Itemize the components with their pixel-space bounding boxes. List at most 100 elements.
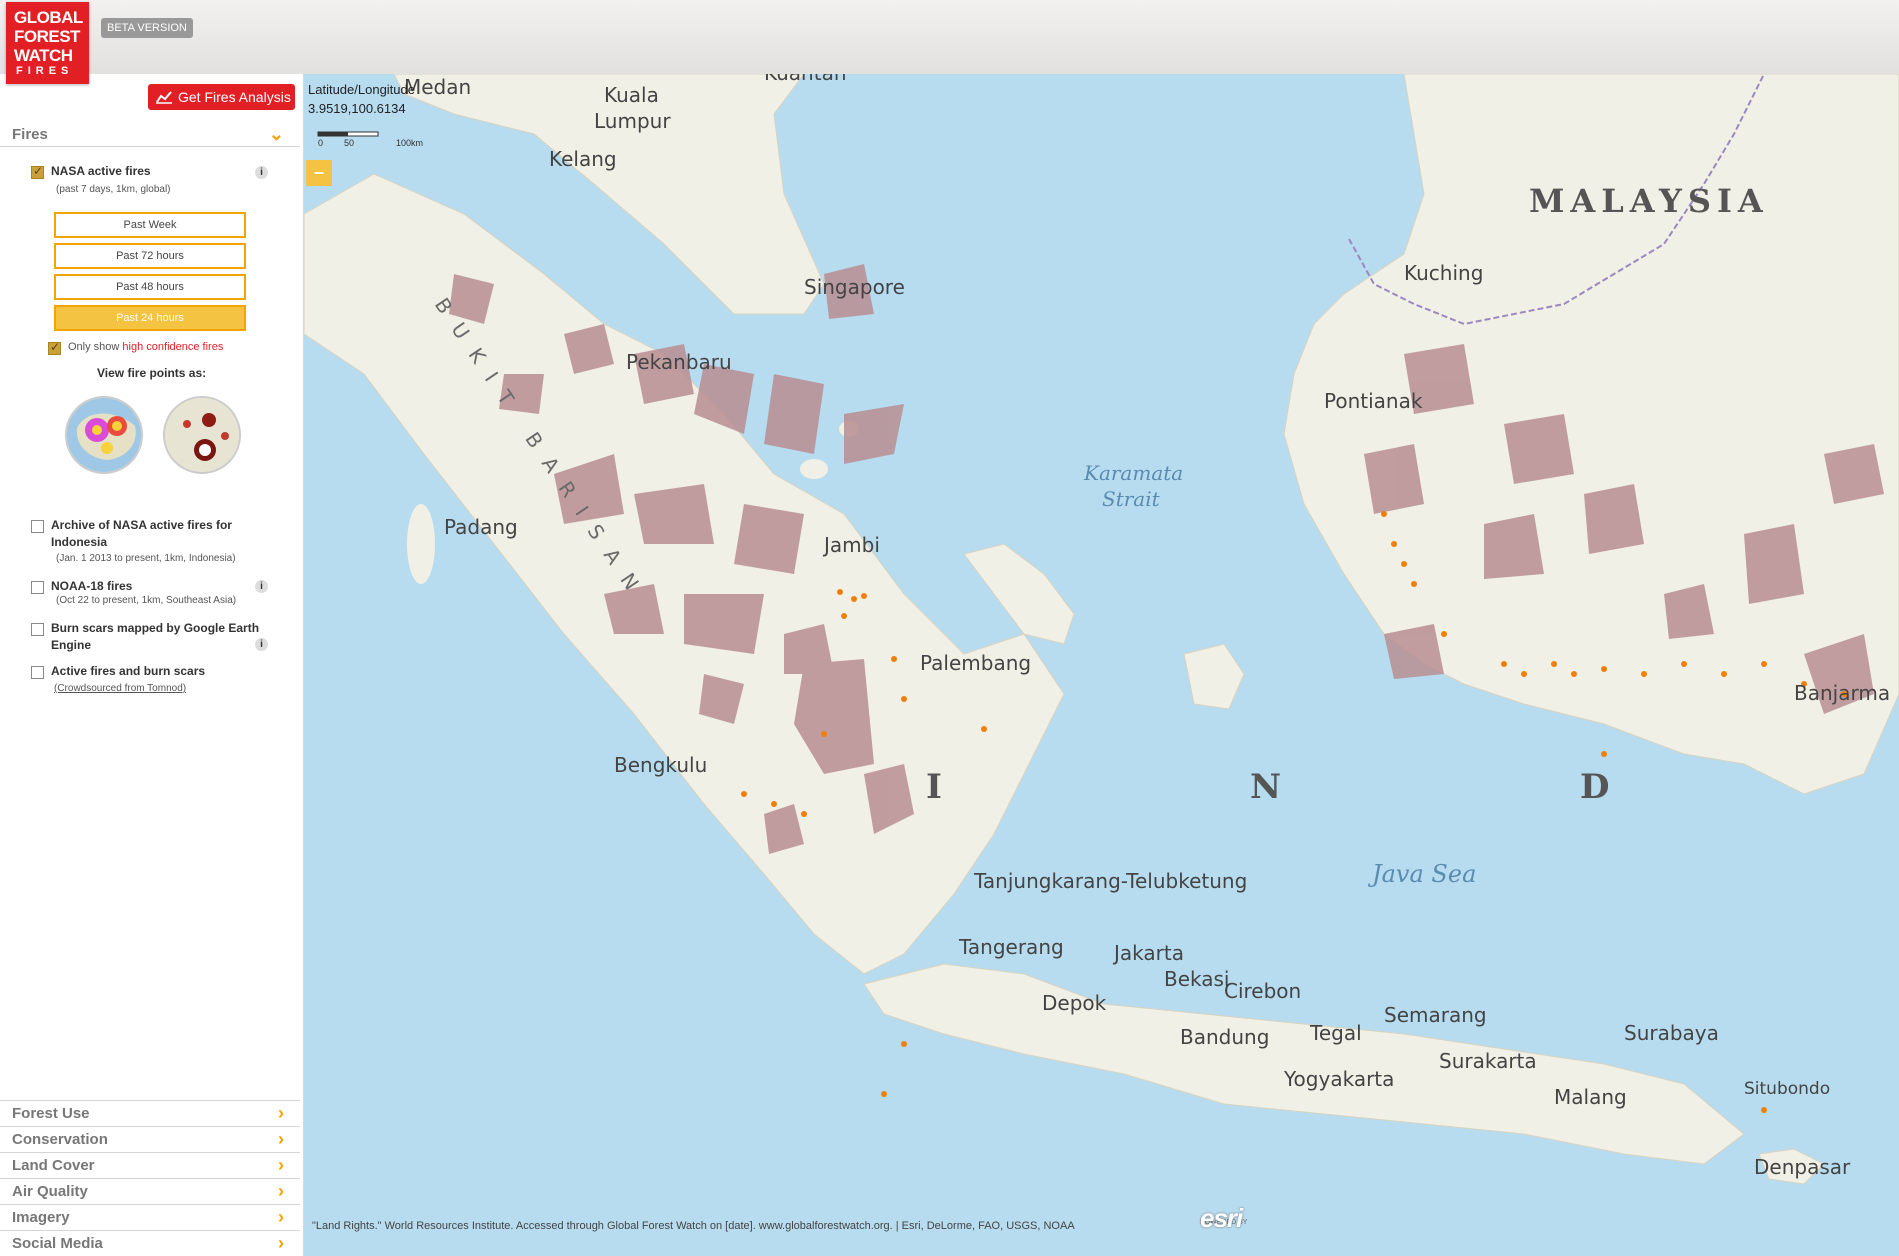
- concession-patch: [1364, 444, 1424, 514]
- place-label: Jakarta: [1112, 941, 1184, 965]
- cluster-view-toggle[interactable]: [163, 396, 241, 474]
- get-fires-analysis-button[interactable]: Get Fires Analysis: [148, 84, 295, 110]
- place-label: Palembang: [920, 651, 1031, 675]
- time-button-past-week[interactable]: Past Week: [54, 212, 246, 238]
- fire-point: [821, 731, 827, 737]
- concession-patch: [734, 504, 804, 574]
- section-forest-use-label: Forest Use: [12, 1105, 90, 1122]
- map-attribution: "Land Rights." World Resources Institute…: [312, 1220, 1075, 1232]
- logo-subtitle: FIRES: [16, 65, 73, 77]
- chevron-right-icon: ›: [278, 1207, 284, 1228]
- fire-point: [1551, 661, 1557, 667]
- fire-point: [901, 696, 907, 702]
- logo-line-2: FOREST: [14, 27, 83, 46]
- nasa-active-fires-label: NASA active fires: [51, 163, 151, 180]
- app-header: GLOBAL FOREST WATCH FIRES BETA VERSION: [0, 0, 1899, 75]
- chevron-right-icon: ›: [278, 1129, 284, 1150]
- concession-patch: [1744, 524, 1804, 604]
- archive-fires-checkbox[interactable]: [31, 520, 44, 533]
- section-conservation-label: Conservation: [12, 1131, 108, 1148]
- fire-point: [981, 726, 987, 732]
- island: [800, 459, 828, 479]
- fire-point: [1721, 671, 1727, 677]
- get-fires-analysis-label: Get Fires Analysis: [178, 89, 291, 105]
- place-label: Tegal: [1309, 1021, 1362, 1045]
- fire-point: [901, 1041, 907, 1047]
- gfw-fires-logo[interactable]: GLOBAL FOREST WATCH FIRES: [6, 2, 89, 84]
- place-label: Pekanbaru: [626, 350, 732, 374]
- concession-patch: [1384, 624, 1444, 679]
- high-confidence-checkbox[interactable]: [48, 342, 61, 355]
- fire-point: [851, 596, 857, 602]
- basemap[interactable]: Medan Kuala Lumpur Kelang Kuantan Singap…: [304, 74, 1899, 1256]
- fire-point: [1601, 751, 1607, 757]
- section-air-quality-label: Air Quality: [12, 1183, 88, 1200]
- fire-point: [741, 791, 747, 797]
- concession-patch: [764, 374, 824, 454]
- strait-label-2: Strait: [1102, 487, 1161, 511]
- chart-icon: [156, 90, 172, 104]
- burn-scars-label: Burn scars mapped by Google Earth Engine: [51, 620, 277, 654]
- fire-point: [1571, 671, 1577, 677]
- place-label: Bandung: [1180, 1025, 1269, 1049]
- crowdsourced-link[interactable]: (Crowdsourced from Tomnod): [54, 683, 186, 694]
- country-label-letter: I: [926, 767, 942, 807]
- high-confidence-link[interactable]: high confidence fires: [122, 341, 223, 353]
- place-label: Cirebon: [1224, 979, 1301, 1003]
- esri-logo[interactable]: esri: [1200, 1203, 1242, 1234]
- nasa-active-fires-checkbox[interactable]: [31, 166, 44, 179]
- map-canvas[interactable]: Medan Kuala Lumpur Kelang Kuantan Singap…: [304, 74, 1899, 1256]
- section-imagery[interactable]: Imagery ›: [0, 1204, 300, 1230]
- fire-point: [1411, 581, 1417, 587]
- nasa-active-fires-sub: (past 7 days, 1km, global): [56, 184, 171, 195]
- zoom-out-button[interactable]: –: [306, 160, 332, 186]
- place-label: Semarang: [1384, 1003, 1487, 1027]
- beta-badge: BETA VERSION: [101, 18, 193, 38]
- fire-point: [1381, 511, 1387, 517]
- section-land-cover[interactable]: Land Cover ›: [0, 1152, 300, 1178]
- noaa-fires-sub: (Oct 22 to present, 1km, Southeast Asia): [56, 595, 236, 606]
- cluster-icon: [165, 398, 241, 474]
- heatmap-view-toggle[interactable]: [65, 396, 143, 474]
- active-burn-checkbox[interactable]: [31, 666, 44, 679]
- place-label: Tangerang: [958, 935, 1064, 959]
- fire-point: [801, 811, 807, 817]
- fire-point: [1601, 666, 1607, 672]
- coord-label: Latitude/Longitude: [308, 80, 415, 99]
- island: [407, 504, 435, 584]
- concession-patch: [1584, 484, 1644, 554]
- place-label: Singapore: [804, 275, 905, 299]
- info-icon[interactable]: i: [255, 580, 268, 593]
- burn-scars-checkbox[interactable]: [31, 623, 44, 636]
- fire-point: [891, 656, 897, 662]
- noaa-fires-checkbox[interactable]: [31, 581, 44, 594]
- section-social-media[interactable]: Social Media ›: [0, 1230, 300, 1256]
- info-icon[interactable]: i: [255, 166, 268, 179]
- time-button-past-72-hours[interactable]: Past 72 hours: [54, 243, 246, 269]
- concession-patch: [1484, 514, 1544, 579]
- heatmap-icon: [67, 398, 143, 474]
- section-conservation[interactable]: Conservation ›: [0, 1126, 300, 1152]
- active-burn-label: Active fires and burn scars: [51, 663, 205, 680]
- section-air-quality[interactable]: Air Quality ›: [0, 1178, 300, 1204]
- section-forest-use[interactable]: Forest Use ›: [0, 1100, 300, 1126]
- place-label: Tanjungkarang-Telubketung: [973, 869, 1247, 893]
- place-label: Jambi: [822, 533, 880, 557]
- place-label: Kuantan: [764, 74, 847, 85]
- fire-point: [837, 589, 843, 595]
- confidence-prefix: Only show: [68, 341, 119, 353]
- fire-point: [1521, 671, 1527, 677]
- concession-patch: [634, 484, 714, 544]
- high-confidence-label: Only show high confidence fires: [68, 341, 223, 353]
- fires-section-header[interactable]: Fires ⌄: [0, 122, 300, 147]
- time-button-past-48-hours[interactable]: Past 48 hours: [54, 274, 246, 300]
- section-social-media-label: Social Media: [12, 1235, 103, 1252]
- coordinate-readout: Latitude/Longitude 3.9519,100.6134: [308, 80, 415, 118]
- fire-point: [861, 593, 867, 599]
- fire-point: [1681, 661, 1687, 667]
- archive-fires-sub: (Jan. 1 2013 to present, 1km, Indonesia): [56, 553, 236, 564]
- info-icon[interactable]: i: [255, 638, 268, 651]
- concession-patch: [684, 594, 764, 654]
- concession-patch: [1504, 414, 1574, 484]
- time-button-past-24-hours[interactable]: Past 24 hours: [54, 305, 246, 331]
